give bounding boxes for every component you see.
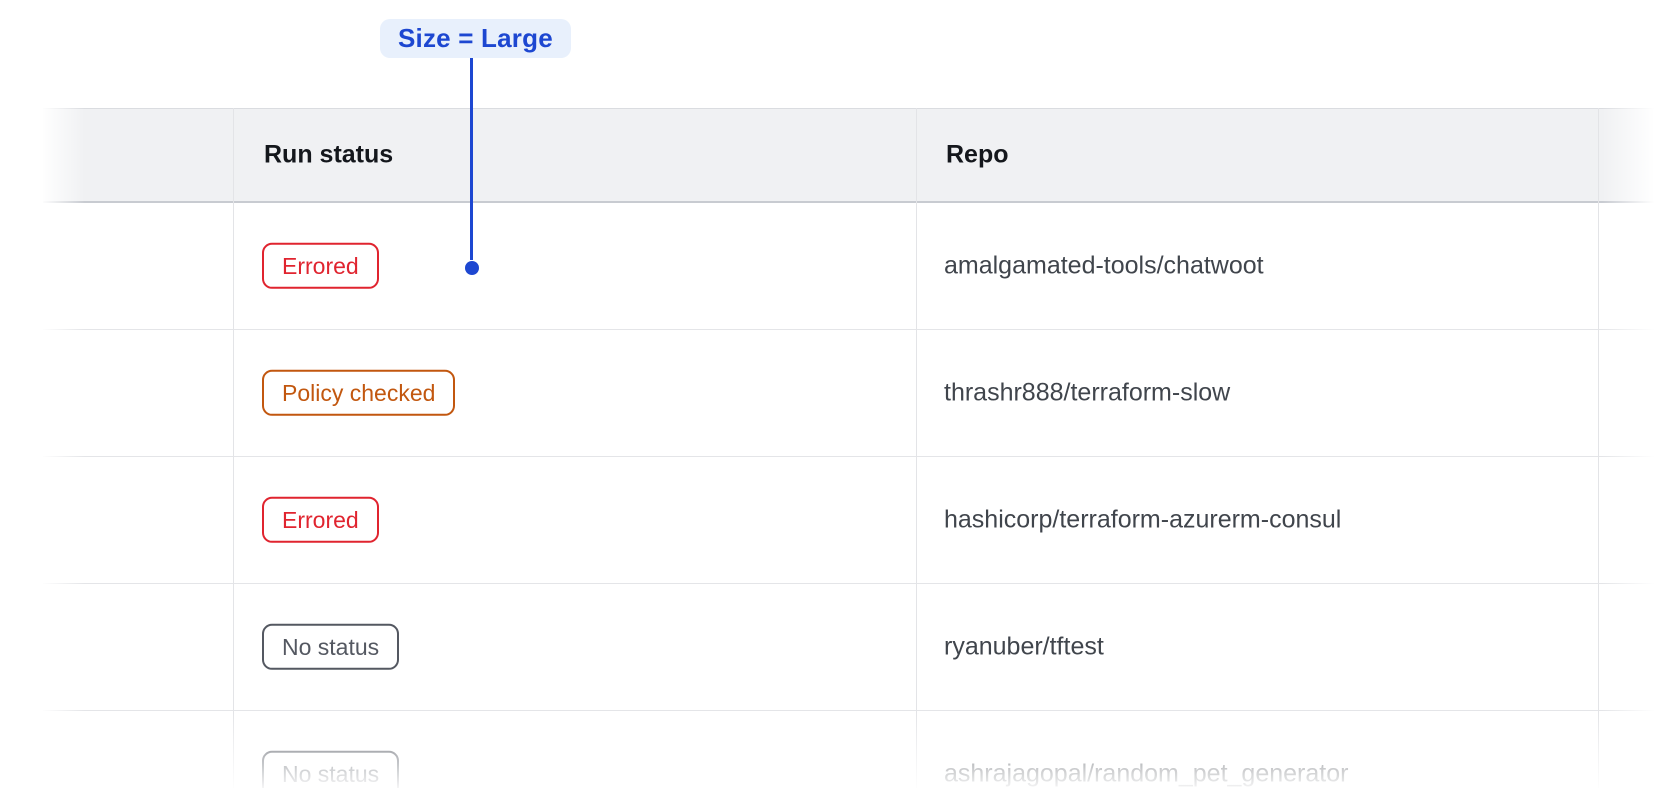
- annotation-pointer-dot: [465, 261, 479, 275]
- repo-cell: ryanuber/tftest: [944, 633, 1104, 662]
- run-status-cell: No status: [262, 624, 399, 670]
- run-status-badge: No status: [262, 751, 399, 788]
- repo-cell: amalgamated-tools/chatwoot: [944, 252, 1264, 281]
- repo-cell: hashicorp/terraform-azurerm-consul: [944, 506, 1341, 535]
- run-status-badge: Policy checked: [262, 370, 455, 416]
- repo-cell: thrashr888/terraform-slow: [944, 379, 1230, 408]
- repo-cell: ashrajagopal/random_pet_generator: [944, 760, 1348, 788]
- table-row[interactable]: Policy checked thrashr888/terraform-slow: [43, 330, 1672, 457]
- run-status-cell: Errored: [262, 497, 379, 543]
- table-row[interactable]: No status ashrajagopal/random_pet_genera…: [43, 711, 1672, 788]
- run-status-cell: Policy checked: [262, 370, 455, 416]
- table-header-row: Run status Repo: [43, 108, 1672, 203]
- run-status-badge: Errored: [262, 497, 379, 543]
- workspaces-table: Run status Repo Errored amalgamated-tool…: [43, 108, 1672, 788]
- table-row[interactable]: Errored amalgamated-tools/chatwoot: [43, 203, 1672, 330]
- column-divider: [233, 108, 234, 788]
- table-body: Errored amalgamated-tools/chatwoot Polic…: [43, 203, 1672, 788]
- column-header-repo: Repo: [946, 141, 1009, 170]
- column-divider: [916, 108, 917, 788]
- size-large-annotation-pill: Size = Large: [380, 19, 571, 58]
- column-header-run-status: Run status: [264, 141, 393, 170]
- column-divider: [1598, 108, 1599, 788]
- run-status-cell: Errored: [262, 243, 379, 289]
- table-row[interactable]: Errored hashicorp/terraform-azurerm-cons…: [43, 457, 1672, 584]
- run-status-cell: No status: [262, 751, 399, 788]
- run-status-badge: No status: [262, 624, 399, 670]
- run-status-badge: Errored: [262, 243, 379, 289]
- annotation-pointer-line: [470, 58, 473, 260]
- table-row[interactable]: No status ryanuber/tftest: [43, 584, 1672, 711]
